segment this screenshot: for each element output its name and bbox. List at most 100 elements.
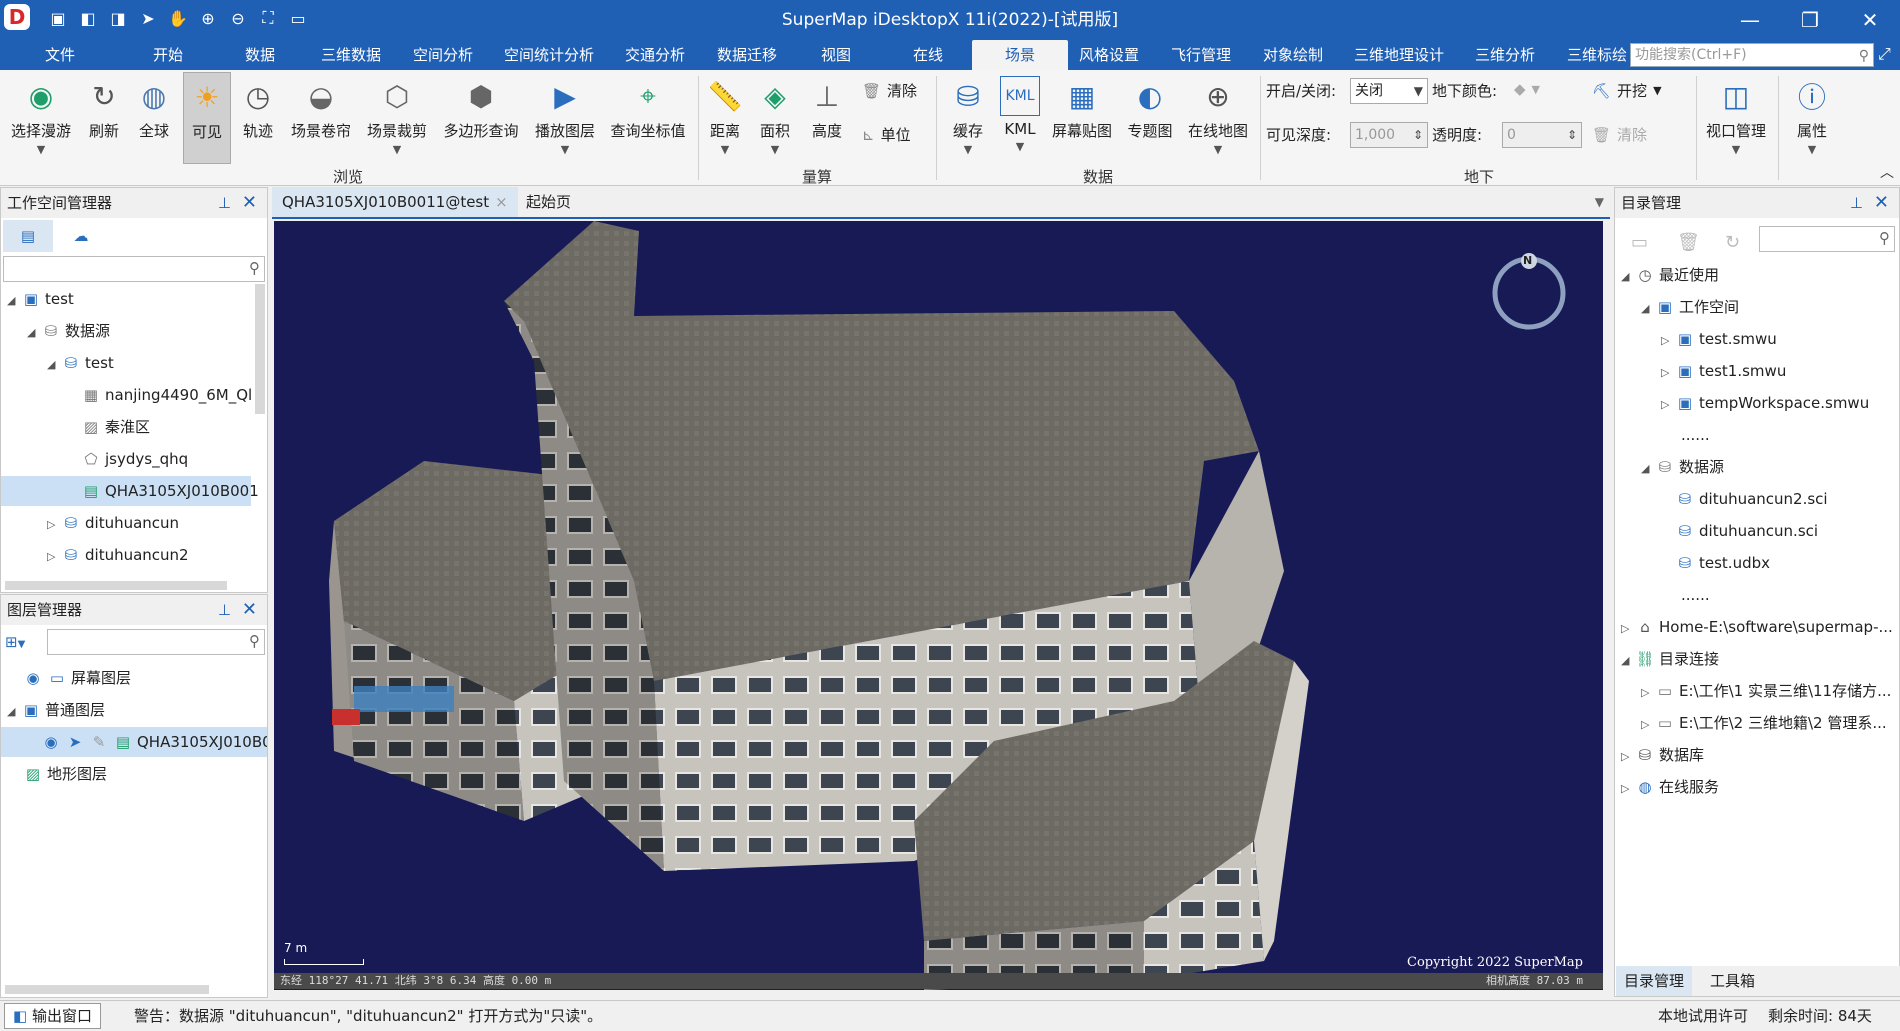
delete-icon[interactable]: 🗑: [1677, 232, 1700, 253]
tree-node-recent-datasources[interactable]: ◢ ⛁ 数据源: [1615, 452, 1899, 482]
layer-search-input[interactable]: ⚲: [47, 629, 265, 655]
workspace-search-input[interactable]: ⚲: [3, 256, 265, 282]
search-icon[interactable]: ⚲: [249, 632, 260, 650]
new-folder-icon[interactable]: ▭: [1631, 232, 1648, 253]
tree-node-dataset-image[interactable]: ▨ 秦淮区: [1, 412, 267, 442]
kml-button[interactable]: KML KML ▼: [998, 72, 1042, 164]
tab-scene-window[interactable]: QHA3105XJ010B0011@test ×: [272, 187, 518, 217]
tree-node-more-workspaces[interactable]: ......: [1615, 420, 1899, 450]
track-button[interactable]: ◷ 轨迹: [236, 72, 280, 164]
tab-data[interactable]: 数据: [230, 40, 290, 70]
tree-node-test-udbx[interactable]: ⛁ test.udbx: [1615, 548, 1899, 578]
play-layer-button[interactable]: ▶ 播放图层 ▼: [528, 72, 602, 164]
tree-node-dituhuancun2-sci[interactable]: ⛁ dituhuancun2.sci: [1615, 484, 1899, 514]
full-extent-icon[interactable]: ⛶: [256, 6, 280, 30]
tab-migration[interactable]: 数据迁移: [706, 40, 788, 70]
tree-node-dataset-model[interactable]: ▤ QHA3105XJ010B001: [1, 476, 259, 506]
collapse-ribbon-icon[interactable]: ︿: [1880, 162, 1894, 182]
properties-button[interactable]: ⓘ 属性 ▼: [1782, 72, 1842, 164]
tree-node-database[interactable]: ▷ ⛁ 数据库: [1615, 740, 1899, 770]
scene-viewport[interactable]: N 7 m Copyright 2022 SuperMap 东经 118°27 …: [274, 221, 1603, 990]
tree-node-folder-1[interactable]: ▷ ▭ E:\工作\1 实景三维\11存储方...: [1615, 676, 1899, 706]
zoom-in-icon[interactable]: ⊕: [196, 6, 220, 30]
tree-node-dituhuancun-sci[interactable]: ⛁ dituhuancun.sci: [1615, 516, 1899, 546]
tab-toolbox[interactable]: 工具箱: [1702, 966, 1763, 996]
tab-spatial-stats[interactable]: 空间统计分析: [494, 40, 604, 70]
tab-list-chevron-icon[interactable]: ▼: [1595, 187, 1604, 217]
tab-3d-plot[interactable]: 三维标绘: [1556, 40, 1630, 70]
workspace-vscrollbar[interactable]: [255, 284, 265, 414]
layer-hscrollbar[interactable]: [5, 985, 209, 994]
save-as-icon[interactable]: ◨: [106, 6, 130, 30]
search-icon[interactable]: ⚲: [249, 259, 260, 277]
height-button[interactable]: ⊥ 高度: [804, 72, 850, 164]
refresh-icon[interactable]: ↻: [1725, 232, 1740, 253]
catalog-search-input[interactable]: ⚲: [1759, 226, 1895, 252]
tab-flight[interactable]: 飞行管理: [1160, 40, 1242, 70]
tree-node-folder-2[interactable]: ▷ ▭ E:\工作\2 三维地籍\2 管理系...: [1615, 708, 1899, 738]
alpha-stepper[interactable]: 0 ⇕: [1502, 122, 1582, 148]
close-icon[interactable]: ✕: [242, 595, 257, 625]
output-window-button[interactable]: ◧ 输出窗口: [4, 1003, 101, 1029]
pin-icon[interactable]: ⊥: [1850, 188, 1863, 218]
tree-node-more-datasources[interactable]: ......: [1615, 580, 1899, 610]
tree-node-recent-workspaces[interactable]: ◢ ▣ 工作空间: [1615, 292, 1899, 322]
tree-node-folder-connections[interactable]: ◢ ⛓ 目录连接: [1615, 644, 1899, 674]
visible-button[interactable]: ☀ 可见: [183, 72, 231, 164]
datasource-view-icon[interactable]: ▤: [3, 220, 53, 252]
function-search-input[interactable]: 功能搜索(Ctrl+F) ⚲: [1630, 43, 1874, 67]
tree-node-normal-layer[interactable]: ◢ ▣ 普通图层: [1, 695, 267, 725]
tab-draw[interactable]: 对象绘制: [1252, 40, 1334, 70]
tree-node-dataset-grid[interactable]: ▦ nanjing4490_6M_Ql: [1, 380, 267, 410]
search-icon[interactable]: ⚲: [1859, 45, 1869, 67]
minimize-icon[interactable]: —: [1720, 0, 1780, 40]
tree-node-dataset-region[interactable]: ⬠ jsydys_qhq: [1, 444, 267, 474]
viewport-manage-button[interactable]: ◫ 视口管理 ▼: [1700, 72, 1772, 164]
refresh-button[interactable]: ↻ 刷新: [82, 72, 126, 164]
scene-clip-button[interactable]: ⬡ 场景裁剪 ▼: [360, 72, 434, 164]
full-globe-button[interactable]: ◍ 全球: [130, 72, 178, 164]
tab-traffic[interactable]: 交通分析: [614, 40, 696, 70]
pan-icon[interactable]: ✋: [166, 6, 190, 30]
close-icon[interactable]: ✕: [1840, 0, 1900, 40]
cache-button[interactable]: ⛁ 缓存 ▼: [940, 72, 996, 164]
tab-view[interactable]: 视图: [806, 40, 866, 70]
tree-node-test-smwu[interactable]: ▷ ▣ test.smwu: [1615, 324, 1899, 354]
tree-node-screen-layer[interactable]: ◉ ▭ 屏幕图层: [1, 663, 267, 693]
tab-3d-analysis[interactable]: 三维分析: [1464, 40, 1546, 70]
restore-icon[interactable]: ❐: [1780, 0, 1840, 40]
tab-spatial-analysis[interactable]: 空间分析: [402, 40, 484, 70]
save-icon[interactable]: ▣: [46, 6, 70, 30]
close-icon[interactable]: ✕: [242, 188, 257, 218]
zoom-out-icon[interactable]: ⊖: [226, 6, 250, 30]
tab-scene[interactable]: 场景: [972, 40, 1068, 70]
distance-button[interactable]: 📏 距离 ▼: [702, 72, 748, 164]
tree-node-dituhuancun2[interactable]: ▷ ⛁ dituhuancun2: [1, 540, 267, 570]
measure-unit-button[interactable]: ⊾ 单位: [862, 124, 911, 145]
expand-icon[interactable]: ⤢: [1878, 44, 1891, 64]
select-icon[interactable]: ➤: [136, 6, 160, 30]
tree-node-test1-smwu[interactable]: ▷ ▣ test1.smwu: [1615, 356, 1899, 386]
area-button[interactable]: ◈ 面积 ▼: [752, 72, 798, 164]
thematic-map-button[interactable]: ◐ 专题图: [1122, 72, 1178, 164]
tree-node-workspace[interactable]: ◢ ▣ test: [1, 284, 267, 314]
tab-start-page[interactable]: 起始页: [516, 187, 581, 217]
tree-node-temp-smwu[interactable]: ▷ ▣ tempWorkspace.smwu: [1615, 388, 1899, 418]
cloud-view-icon[interactable]: ☁: [61, 220, 101, 252]
measure-clear-button[interactable]: 🗑 清除: [862, 80, 917, 101]
tree-node-online-services[interactable]: ▷ ◍ 在线服务: [1615, 772, 1899, 802]
add-layer-dropdown[interactable]: ⊞▼: [5, 629, 45, 655]
tab-style[interactable]: 风格设置: [1068, 40, 1150, 70]
tree-node-home[interactable]: ▷ ⌂ Home-E:\software\supermap-...: [1615, 612, 1899, 642]
close-icon[interactable]: ✕: [1874, 188, 1889, 218]
excavate-button[interactable]: ⛏ 开挖 ▼: [1592, 80, 1662, 101]
tree-node-terrain-layer[interactable]: ▨ 地形图层: [1, 759, 267, 789]
pin-icon[interactable]: ⊥: [218, 188, 231, 218]
polygon-query-button[interactable]: ⬢ 多边形查询: [436, 72, 526, 164]
tab-3d-data[interactable]: 三维数据: [310, 40, 392, 70]
folder-icon[interactable]: ▭: [286, 6, 310, 30]
query-coordinate-button[interactable]: ⌖ 查询坐标值: [604, 72, 692, 164]
tab-online[interactable]: 在线: [898, 40, 958, 70]
close-tab-icon[interactable]: ×: [495, 193, 508, 211]
tab-catalog[interactable]: 目录管理: [1616, 966, 1693, 996]
